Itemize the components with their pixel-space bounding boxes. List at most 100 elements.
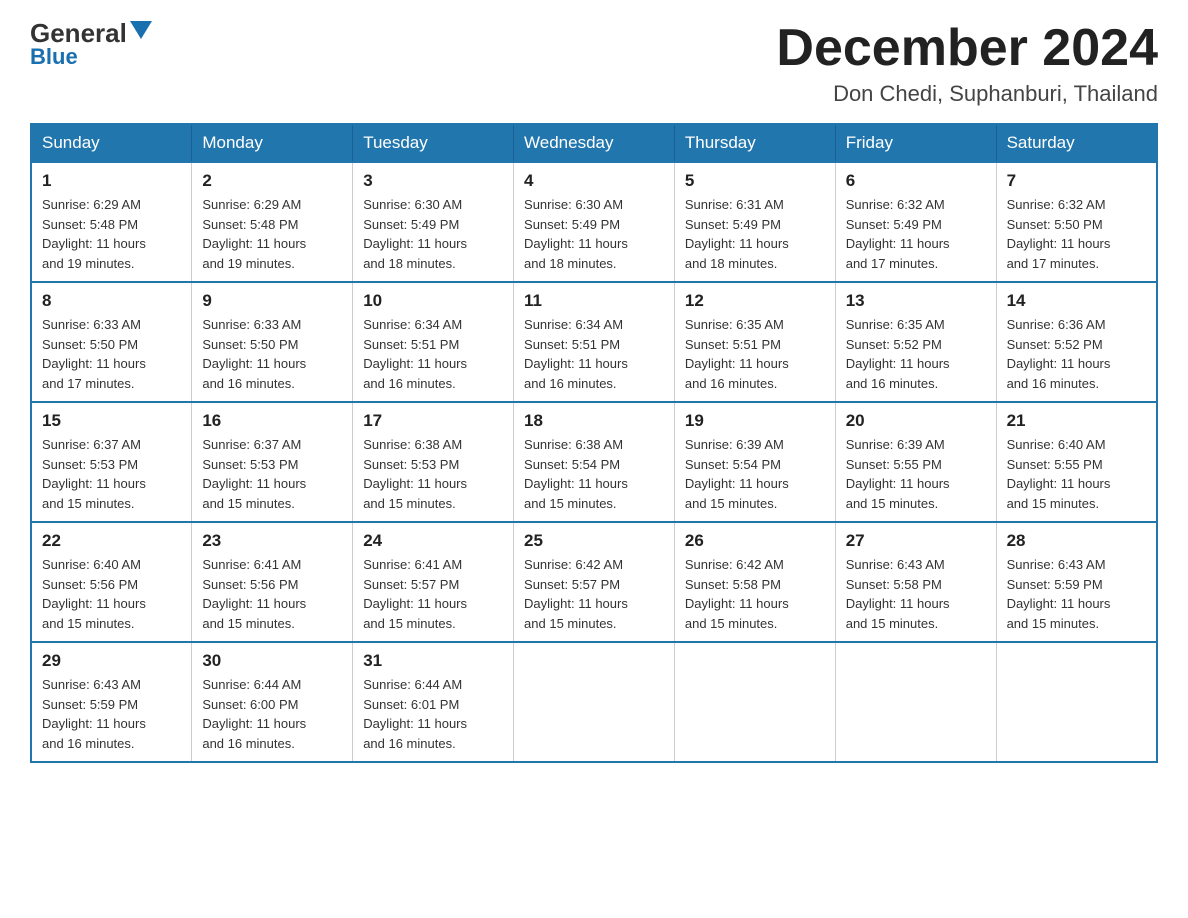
calendar-cell: 15 Sunrise: 6:37 AMSunset: 5:53 PMDayligh… (31, 402, 192, 522)
header-thursday: Thursday (674, 124, 835, 162)
day-info: Sunrise: 6:37 AMSunset: 5:53 PMDaylight:… (42, 435, 181, 513)
day-number: 31 (363, 651, 503, 671)
day-info: Sunrise: 6:33 AMSunset: 5:50 PMDaylight:… (202, 315, 342, 393)
day-number: 28 (1007, 531, 1146, 551)
day-info: Sunrise: 6:34 AMSunset: 5:51 PMDaylight:… (524, 315, 664, 393)
calendar-cell: 5 Sunrise: 6:31 AMSunset: 5:49 PMDaylight… (674, 162, 835, 282)
day-number: 15 (42, 411, 181, 431)
day-number: 1 (42, 171, 181, 191)
calendar-cell: 27Sunrise: 6:43 AMSunset: 5:58 PMDayligh… (835, 522, 996, 642)
day-number: 24 (363, 531, 503, 551)
day-number: 25 (524, 531, 664, 551)
calendar-cell: 24Sunrise: 6:41 AMSunset: 5:57 PMDayligh… (353, 522, 514, 642)
calendar-cell: 4Sunrise: 6:30 AMSunset: 5:49 PMDaylight… (514, 162, 675, 282)
day-info: Sunrise: 6:41 AMSunset: 5:56 PMDaylight:… (202, 555, 342, 633)
calendar-cell: 13 Sunrise: 6:35 AMSunset: 5:52 PMDayligh… (835, 282, 996, 402)
calendar-cell: 20 Sunrise: 6:39 AMSunset: 5:55 PMDayligh… (835, 402, 996, 522)
header-wednesday: Wednesday (514, 124, 675, 162)
day-info: Sunrise: 6:32 AMSunset: 5:50 PMDaylight:… (1007, 195, 1146, 273)
day-info: Sunrise: 6:40 AMSunset: 5:56 PMDaylight:… (42, 555, 181, 633)
calendar-cell: 11 Sunrise: 6:34 AMSunset: 5:51 PMDayligh… (514, 282, 675, 402)
calendar-cell: 29 Sunrise: 6:43 AMSunset: 5:59 PMDayligh… (31, 642, 192, 762)
logo-triangle-icon (130, 21, 152, 39)
day-info: Sunrise: 6:35 AMSunset: 5:52 PMDaylight:… (846, 315, 986, 393)
logo-blue: Blue (30, 44, 78, 70)
day-number: 12 (685, 291, 825, 311)
day-info: Sunrise: 6:40 AMSunset: 5:55 PMDaylight:… (1007, 435, 1146, 513)
day-info: Sunrise: 6:39 AMSunset: 5:55 PMDaylight:… (846, 435, 986, 513)
subtitle: Don Chedi, Suphanburi, Thailand (776, 81, 1158, 107)
calendar-cell: 23 Sunrise: 6:41 AMSunset: 5:56 PMDayligh… (192, 522, 353, 642)
calendar-cell: 14 Sunrise: 6:36 AMSunset: 5:52 PMDayligh… (996, 282, 1157, 402)
calendar-cell: 16 Sunrise: 6:37 AMSunset: 5:53 PMDayligh… (192, 402, 353, 522)
day-number: 9 (202, 291, 342, 311)
day-info: Sunrise: 6:33 AMSunset: 5:50 PMDaylight:… (42, 315, 181, 393)
calendar-cell: 26 Sunrise: 6:42 AMSunset: 5:58 PMDayligh… (674, 522, 835, 642)
header-monday: Monday (192, 124, 353, 162)
day-number: 27 (846, 531, 986, 551)
day-info: Sunrise: 6:37 AMSunset: 5:53 PMDaylight:… (202, 435, 342, 513)
day-number: 18 (524, 411, 664, 431)
calendar-week-2: 8Sunrise: 6:33 AMSunset: 5:50 PMDaylight… (31, 282, 1157, 402)
day-info: Sunrise: 6:44 AMSunset: 6:00 PMDaylight:… (202, 675, 342, 753)
day-number: 11 (524, 291, 664, 311)
day-number: 22 (42, 531, 181, 551)
day-info: Sunrise: 6:42 AMSunset: 5:58 PMDaylight:… (685, 555, 825, 633)
calendar-cell: 6Sunrise: 6:32 AMSunset: 5:49 PMDaylight… (835, 162, 996, 282)
day-number: 3 (363, 171, 503, 191)
calendar-cell (514, 642, 675, 762)
day-number: 17 (363, 411, 503, 431)
calendar-cell: 3 Sunrise: 6:30 AMSunset: 5:49 PMDaylight… (353, 162, 514, 282)
day-info: Sunrise: 6:38 AMSunset: 5:53 PMDaylight:… (363, 435, 503, 513)
calendar-week-5: 29 Sunrise: 6:43 AMSunset: 5:59 PMDayligh… (31, 642, 1157, 762)
calendar-cell: 7 Sunrise: 6:32 AMSunset: 5:50 PMDaylight… (996, 162, 1157, 282)
day-number: 20 (846, 411, 986, 431)
logo: General Blue (30, 20, 152, 70)
day-number: 2 (202, 171, 342, 191)
day-info: Sunrise: 6:39 AMSunset: 5:54 PMDaylight:… (685, 435, 825, 513)
day-info: Sunrise: 6:44 AMSunset: 6:01 PMDaylight:… (363, 675, 503, 753)
calendar-cell (835, 642, 996, 762)
calendar-cell: 1Sunrise: 6:29 AMSunset: 5:48 PMDaylight… (31, 162, 192, 282)
calendar-cell (674, 642, 835, 762)
day-number: 26 (685, 531, 825, 551)
calendar-cell: 25Sunrise: 6:42 AMSunset: 5:57 PMDayligh… (514, 522, 675, 642)
calendar-cell: 10Sunrise: 6:34 AMSunset: 5:51 PMDayligh… (353, 282, 514, 402)
calendar-cell: 2Sunrise: 6:29 AMSunset: 5:48 PMDaylight… (192, 162, 353, 282)
calendar-cell: 31 Sunrise: 6:44 AMSunset: 6:01 PMDayligh… (353, 642, 514, 762)
day-info: Sunrise: 6:32 AMSunset: 5:49 PMDaylight:… (846, 195, 986, 273)
logo-general: General (30, 20, 127, 46)
header-sunday: Sunday (31, 124, 192, 162)
day-number: 13 (846, 291, 986, 311)
calendar-week-1: 1Sunrise: 6:29 AMSunset: 5:48 PMDaylight… (31, 162, 1157, 282)
day-info: Sunrise: 6:38 AMSunset: 5:54 PMDaylight:… (524, 435, 664, 513)
day-info: Sunrise: 6:43 AMSunset: 5:59 PMDaylight:… (42, 675, 181, 753)
day-info: Sunrise: 6:30 AMSunset: 5:49 PMDaylight:… (524, 195, 664, 273)
calendar-cell: 21Sunrise: 6:40 AMSunset: 5:55 PMDayligh… (996, 402, 1157, 522)
day-number: 7 (1007, 171, 1146, 191)
header-friday: Friday (835, 124, 996, 162)
day-info: Sunrise: 6:31 AMSunset: 5:49 PMDaylight:… (685, 195, 825, 273)
calendar-cell (996, 642, 1157, 762)
day-info: Sunrise: 6:36 AMSunset: 5:52 PMDaylight:… (1007, 315, 1146, 393)
calendar-cell: 8Sunrise: 6:33 AMSunset: 5:50 PMDaylight… (31, 282, 192, 402)
day-number: 16 (202, 411, 342, 431)
title-area: December 2024 Don Chedi, Suphanburi, Tha… (776, 20, 1158, 107)
calendar-cell: 22 Sunrise: 6:40 AMSunset: 5:56 PMDayligh… (31, 522, 192, 642)
day-number: 19 (685, 411, 825, 431)
day-number: 23 (202, 531, 342, 551)
calendar-cell: 17 Sunrise: 6:38 AMSunset: 5:53 PMDayligh… (353, 402, 514, 522)
day-info: Sunrise: 6:43 AMSunset: 5:59 PMDaylight:… (1007, 555, 1146, 633)
day-number: 10 (363, 291, 503, 311)
calendar-week-3: 15 Sunrise: 6:37 AMSunset: 5:53 PMDayligh… (31, 402, 1157, 522)
calendar-cell: 12Sunrise: 6:35 AMSunset: 5:51 PMDayligh… (674, 282, 835, 402)
day-number: 5 (685, 171, 825, 191)
header-saturday: Saturday (996, 124, 1157, 162)
month-title: December 2024 (776, 20, 1158, 77)
day-number: 14 (1007, 291, 1146, 311)
day-info: Sunrise: 6:30 AMSunset: 5:49 PMDaylight:… (363, 195, 503, 273)
calendar-cell: 9 Sunrise: 6:33 AMSunset: 5:50 PMDaylight… (192, 282, 353, 402)
page-header: General Blue December 2024 Don Chedi, Su… (30, 20, 1158, 107)
day-number: 29 (42, 651, 181, 671)
calendar-cell: 19 Sunrise: 6:39 AMSunset: 5:54 PMDayligh… (674, 402, 835, 522)
